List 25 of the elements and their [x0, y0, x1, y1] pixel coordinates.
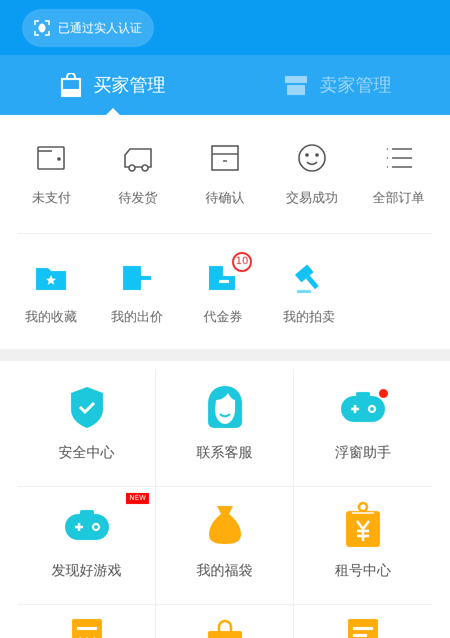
gamepad-icon — [64, 508, 110, 542]
tab-indicator — [106, 108, 120, 115]
service-tile[interactable]: 我的福袋 — [156, 487, 294, 605]
service-tile[interactable]: 安全中心 — [18, 369, 156, 487]
order-status-button[interactable]: 未支付 — [8, 141, 95, 208]
shopping-bag-icon — [60, 73, 82, 97]
service-tile[interactable]: 租号中心 — [294, 487, 432, 605]
order-status-button[interactable]: 交易成功 — [268, 141, 356, 208]
order-status-button[interactable]: 待发货 — [94, 141, 182, 208]
tool-button[interactable]: 我的拍卖 — [266, 250, 352, 327]
clipboard-yen-icon — [344, 501, 382, 549]
tool-button[interactable]: 我的出价 — [94, 250, 180, 327]
tool-button[interactable]: 代金券 10 — [180, 250, 266, 327]
face-scan-icon — [34, 20, 50, 36]
verification-text: 已通过实人认证 — [58, 20, 142, 36]
order-status-button[interactable]: 全部订单 — [355, 141, 442, 208]
order-status-button[interactable]: 待确认 — [182, 141, 268, 208]
avatar-icon — [206, 384, 244, 430]
money-bag-icon — [206, 504, 242, 546]
gamepad-icon — [340, 390, 386, 424]
storefront-icon — [284, 73, 308, 97]
service-tile[interactable]: 联系客服 — [156, 369, 294, 487]
tool-button[interactable]: 我的收藏 — [8, 250, 94, 327]
service-tile[interactable]: 浮窗助手 — [294, 369, 432, 487]
count-badge: 10 — [232, 252, 252, 272]
